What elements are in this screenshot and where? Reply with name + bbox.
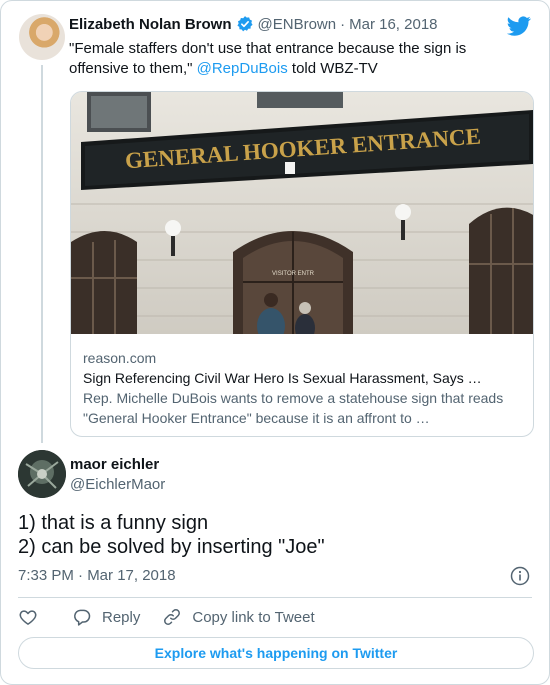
quoted-tweet-header: Elizabeth Nolan Brown @ENBrown · Mar 16,…	[69, 15, 438, 33]
thread-line	[41, 65, 43, 443]
door-sign-text: VISITOR ENTR	[272, 271, 315, 277]
link-title[interactable]: Sign Referencing Civil War Hero Is Sexua…	[83, 368, 523, 388]
article-image: GENERAL HOOKER ENTRANCE VISITOR ENTR	[71, 92, 533, 334]
link-description: Rep. Michelle DuBois wants to remove a s…	[83, 390, 504, 426]
reply-icon	[74, 609, 91, 626]
link-domain: reason.com	[83, 350, 157, 366]
author-handle[interactable]: @EichlerMaor	[70, 476, 165, 493]
link-preview-meta: reason.com Sign Referencing Civil War He…	[83, 348, 523, 428]
link-icon	[164, 609, 181, 625]
quoted-tweet-date[interactable]: Mar 16, 2018	[349, 16, 437, 33]
tweet-text: 1) that is a funny sign 2) can be solved…	[18, 511, 325, 559]
copy-link-button[interactable]: Copy link to Tweet	[162, 607, 315, 627]
verified-badge-icon	[236, 15, 254, 33]
tweet-text-line: 2) can be solved by inserting "Joe"	[18, 536, 325, 558]
info-icon[interactable]	[510, 566, 530, 586]
heart-icon	[19, 610, 37, 625]
like-button[interactable]	[18, 607, 52, 627]
author-name[interactable]: maor eichler	[70, 456, 159, 473]
separator-dot: ·	[340, 15, 346, 33]
reply-label: Reply	[102, 608, 141, 626]
quoted-author-handle[interactable]: @ENBrown	[258, 16, 337, 33]
author-avatar[interactable]	[18, 450, 66, 498]
tweet-timestamp[interactable]: 7:33 PM · Mar 17, 2018	[18, 567, 176, 584]
divider	[18, 597, 532, 598]
link-preview-card[interactable]: GENERAL HOOKER ENTRANCE VISITOR ENTR rea…	[70, 91, 534, 437]
mention-link[interactable]: @RepDuBois	[197, 60, 288, 77]
twitter-bird-icon[interactable]	[507, 14, 531, 38]
tweet-embed-card: Elizabeth Nolan Brown @ENBrown · Mar 16,…	[0, 0, 550, 685]
quoted-tweet-text: "Female staffers don't use that entrance…	[69, 39, 529, 79]
quoted-text-after: told WBZ-TV	[287, 60, 378, 77]
quoted-author-name[interactable]: Elizabeth Nolan Brown	[69, 16, 232, 33]
explore-twitter-button[interactable]: Explore what's happening on Twitter	[18, 637, 534, 669]
tweet-actions: Reply Copy link to Tweet	[18, 605, 315, 629]
avatar-art	[18, 450, 66, 498]
tweet-text-line: 1) that is a funny sign	[18, 512, 209, 534]
quoted-author-avatar[interactable]	[19, 14, 65, 60]
copy-link-label: Copy link to Tweet	[192, 608, 315, 626]
reply-button[interactable]: Reply	[72, 607, 140, 627]
